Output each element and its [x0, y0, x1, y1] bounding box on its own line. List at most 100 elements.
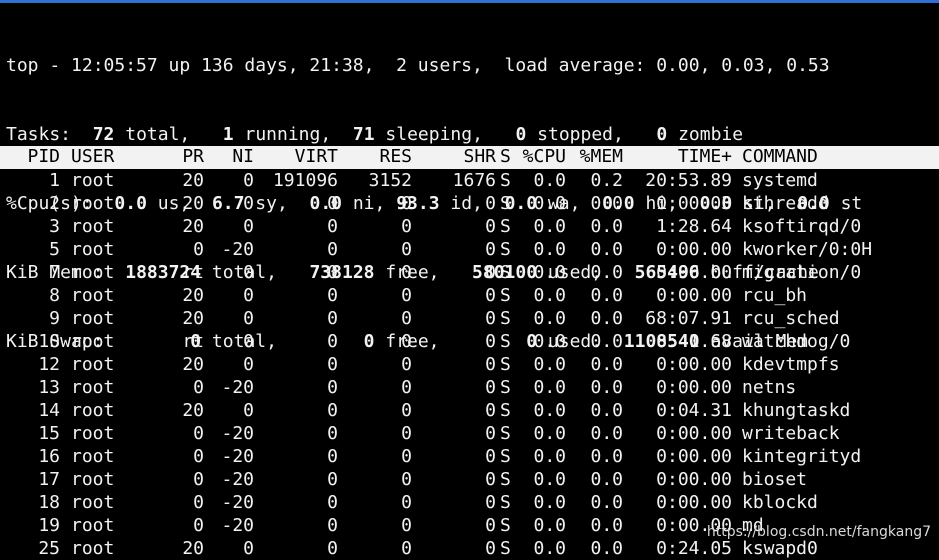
tasks-total: 72	[92, 124, 115, 145]
pid-cell: 1	[49, 170, 60, 191]
res-cell: 0	[401, 469, 412, 490]
time-cell: 0:00.00	[656, 469, 732, 490]
user-cell: root	[71, 193, 115, 214]
pid-cell: 16	[38, 446, 60, 467]
virt-cell: 0	[327, 285, 338, 306]
state-cell: S	[500, 193, 511, 214]
time-cell: 0:00.00	[656, 446, 732, 467]
col-s: S	[500, 146, 511, 167]
pid-cell: 5	[49, 239, 60, 260]
col-mem: %MEM	[579, 146, 623, 167]
mem-cell: 0.0	[590, 423, 623, 444]
res-cell: 0	[401, 193, 412, 214]
user-cell: root	[71, 331, 115, 352]
time-cell: 0:00.03	[656, 193, 732, 214]
ni-cell: -20	[221, 239, 254, 260]
pid-cell: 12	[38, 354, 60, 375]
col-res: RES	[379, 146, 412, 167]
pr-cell: 20	[182, 354, 204, 375]
user-cell: root	[71, 216, 115, 237]
user-cell: root	[71, 308, 115, 329]
command-cell: writeback	[742, 423, 840, 444]
mem-cell: 0.0	[590, 262, 623, 283]
shr-cell: 0	[485, 492, 496, 513]
virt-cell: 0	[327, 331, 338, 352]
mem-cell: 0.0	[590, 331, 623, 352]
user-cell: root	[71, 354, 115, 375]
res-cell: 0	[401, 446, 412, 467]
virt-cell: 191096	[272, 170, 338, 191]
ni-cell: 0	[243, 262, 254, 283]
ni-cell: 0	[243, 285, 254, 306]
command-cell: systemd	[742, 170, 818, 191]
cpu-cell: 0.0	[533, 492, 566, 513]
cpu-cell: 0.0	[533, 354, 566, 375]
pid-cell: 9	[49, 308, 60, 329]
time-cell: 0:00.00	[656, 423, 732, 444]
process-row: 18 root 0 -20 0 0 0 S 0.0 0.0 0:00.00 kblockd	[6, 491, 936, 514]
ni-cell: -20	[221, 492, 254, 513]
shr-cell: 0	[485, 262, 496, 283]
time-cell: 0:00.00	[656, 492, 732, 513]
user-cell: root	[71, 239, 115, 260]
shr-cell: 0	[485, 216, 496, 237]
user-cell: root	[71, 377, 115, 398]
cpu-cell: 0.0	[533, 538, 566, 559]
time-cell: 0:24.05	[656, 538, 732, 559]
mem-cell: 0.0	[590, 492, 623, 513]
virt-cell: 0	[327, 423, 338, 444]
col-cpu: %CPU	[522, 146, 566, 167]
col-pr: PR	[182, 146, 204, 167]
state-cell: S	[500, 469, 511, 490]
cpu-cell: 0.0	[533, 400, 566, 421]
cpu-cell: 0.0	[533, 239, 566, 260]
shr-cell: 0	[485, 515, 496, 536]
mem-cell: 0.0	[590, 515, 623, 536]
res-cell: 0	[401, 216, 412, 237]
process-row: 17 root 0 -20 0 0 0 S 0.0 0.0 0:00.00 bioset	[6, 468, 936, 491]
state-cell: S	[500, 331, 511, 352]
shr-cell: 0	[485, 469, 496, 490]
process-row: 5 root 0 -20 0 0 0 S 0.0 0.0 0:00.00 kworker/0:0H	[6, 238, 936, 261]
res-cell: 3152	[368, 170, 412, 191]
ni-cell: 0	[243, 308, 254, 329]
mem-cell: 0.2	[590, 170, 623, 191]
pid-cell: 10	[38, 331, 60, 352]
command-cell: khungtaskd	[742, 400, 851, 421]
virt-cell: 0	[327, 515, 338, 536]
command-cell: kblockd	[742, 492, 818, 513]
tasks-stopped: 0	[515, 124, 527, 145]
state-cell: S	[500, 308, 511, 329]
tasks-stopped-label: stopped,	[537, 124, 624, 145]
col-virt: VIRT	[294, 146, 338, 167]
tasks-line: Tasks: 72 total, 1 running, 71 sleeping,…	[6, 123, 936, 146]
ni-cell: 0	[243, 354, 254, 375]
cpu-cell: 0.0	[533, 216, 566, 237]
command-cell: kdevtmpfs	[742, 354, 840, 375]
ni-cell: 0	[243, 331, 254, 352]
virt-cell: 0	[327, 262, 338, 283]
ni-cell: -20	[221, 515, 254, 536]
res-cell: 0	[401, 308, 412, 329]
tasks-total-label: total,	[125, 124, 191, 145]
pr-cell: 20	[182, 285, 204, 306]
state-cell: S	[500, 239, 511, 260]
pr-cell: rt	[182, 331, 204, 352]
command-cell: netns	[742, 377, 797, 398]
cpu-cell: 0.0	[533, 515, 566, 536]
tasks-sleeping: 71	[352, 124, 375, 145]
state-cell: S	[500, 170, 511, 191]
ni-cell: 0	[243, 400, 254, 421]
process-row: 10 root rt 0 0 0 0 S 0.0 0.0 0:41.68 watchdog/0	[6, 330, 936, 353]
time-cell: 0:00.00	[656, 239, 732, 260]
col-ni: NI	[232, 146, 254, 167]
res-cell: 0	[401, 262, 412, 283]
col-user: USER	[71, 146, 115, 167]
mem-cell: 0.0	[590, 308, 623, 329]
pr-cell: 20	[182, 216, 204, 237]
pid-cell: 17	[38, 469, 60, 490]
col-shr: SHR	[463, 146, 496, 167]
mem-cell: 0.0	[590, 446, 623, 467]
state-cell: S	[500, 515, 511, 536]
time-cell: 0:00.00	[656, 377, 732, 398]
